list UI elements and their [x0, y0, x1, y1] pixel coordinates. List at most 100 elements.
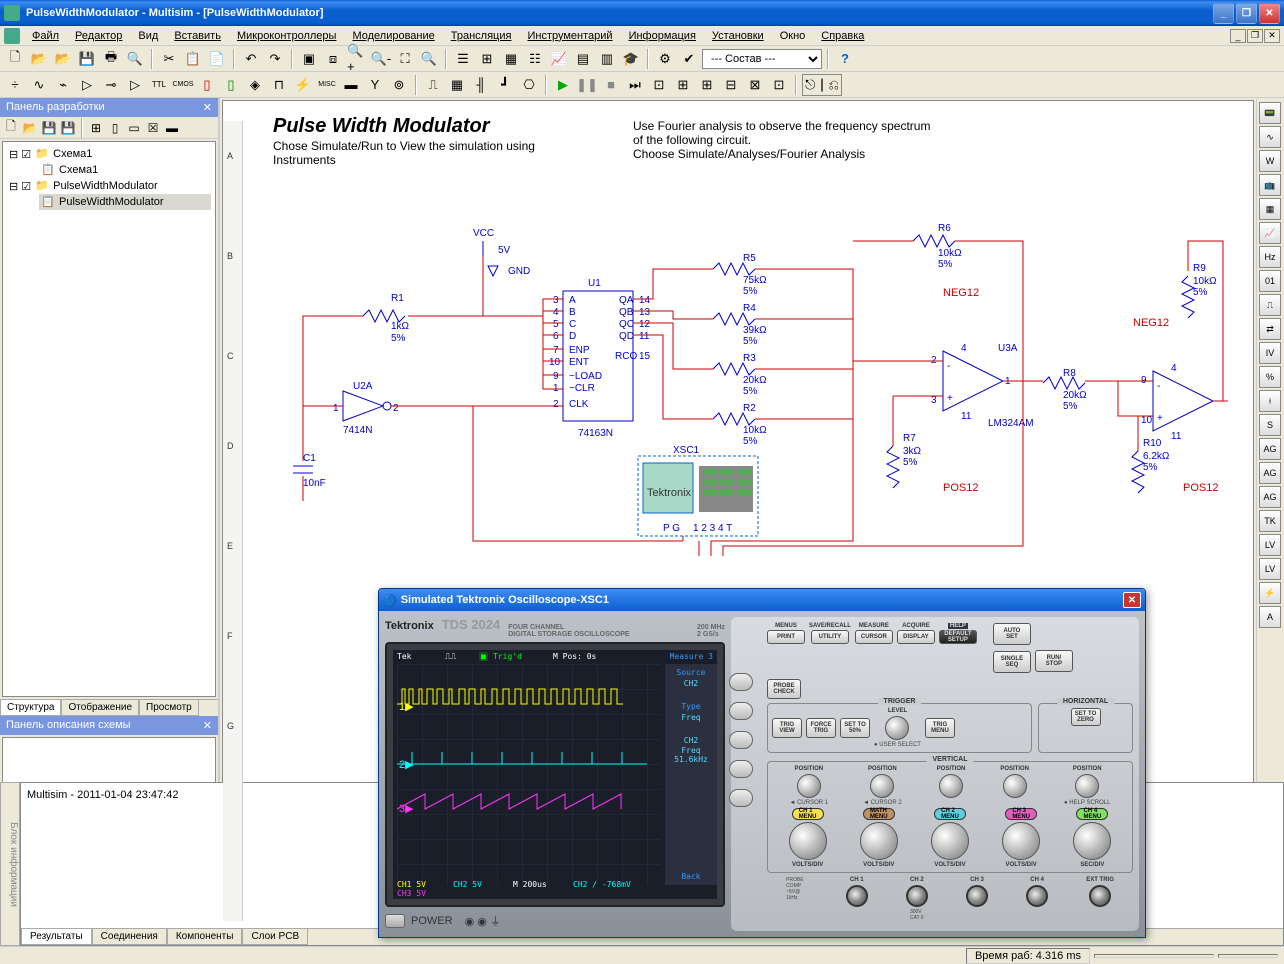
stop-icon[interactable]: ■	[600, 74, 622, 96]
instr-logic-icon[interactable]: ⎍	[1259, 294, 1281, 316]
sim5-icon[interactable]: ⊡	[768, 74, 790, 96]
netlist-icon[interactable]: ☷	[524, 48, 546, 70]
instr-ag3-icon[interactable]: AG	[1259, 486, 1281, 508]
scope-power-button[interactable]	[385, 914, 405, 928]
ptool-page-icon[interactable]: ▯	[106, 119, 124, 137]
mdi-close[interactable]: ✕	[1264, 29, 1280, 43]
instr-spec-icon[interactable]: ⫮	[1259, 390, 1281, 412]
ch3-volts-knob[interactable]	[931, 822, 969, 860]
instr-ag2-icon[interactable]: AG	[1259, 462, 1281, 484]
copy-icon[interactable]: 📋	[182, 48, 204, 70]
panel-close-icon[interactable]: ✕	[203, 101, 212, 114]
ptool-open-icon[interactable]: 📂	[21, 119, 39, 137]
trig-view-button[interactable]: TRIG VIEW	[772, 718, 802, 738]
soft-btn-3[interactable]	[729, 731, 753, 749]
new-icon[interactable]: 🗋	[4, 48, 26, 70]
sheet-icon[interactable]: ▥	[596, 48, 618, 70]
ptool-chip-icon[interactable]: ▬	[163, 119, 181, 137]
instr-lv1-icon[interactable]: LV	[1259, 534, 1281, 556]
mdi-minimize[interactable]: _	[1230, 29, 1246, 43]
default-setup-button[interactable]: DEFAULT SETUP	[939, 630, 977, 644]
ptool-hier-icon[interactable]: ⊞	[87, 119, 105, 137]
ch2-bnc[interactable]	[906, 885, 928, 907]
menu-info[interactable]: Информация	[621, 28, 704, 44]
comp-diode-icon[interactable]: ▷	[76, 74, 98, 96]
menu-insert[interactable]: Вставить	[166, 28, 229, 44]
undo-icon[interactable]: ↶	[240, 48, 262, 70]
menu-mcu[interactable]: Микроконтроллеры	[229, 28, 345, 44]
math-menu-button[interactable]: MATH MENU	[863, 808, 895, 820]
menu-edit[interactable]: Редактор	[67, 28, 130, 44]
ptool-new-icon[interactable]: 🗋	[2, 119, 20, 137]
ch1-menu-button[interactable]: CH 1 MENU	[792, 808, 824, 820]
comp-power-icon[interactable]: ⚡	[292, 74, 314, 96]
design-tree[interactable]: ⊟ ☑ 📁Схема1 📋Схема1 ⊟ ☑ 📁PulseWidthModul…	[2, 141, 216, 697]
run-icon[interactable]: ▶	[552, 74, 574, 96]
soft-btn-2[interactable]	[729, 702, 753, 720]
comp-source-icon[interactable]: ∿	[28, 74, 50, 96]
zoom-sel-icon[interactable]: 🔍	[418, 48, 440, 70]
paste-icon[interactable]: 📄	[206, 48, 228, 70]
ch1-volts-knob[interactable]	[789, 822, 827, 860]
tab-pcb[interactable]: Слои PCB	[242, 929, 308, 945]
cut-icon[interactable]: ✂	[158, 48, 180, 70]
ch2-menu-button[interactable]: CH 2 MENU	[934, 808, 966, 820]
netlist2-icon[interactable]: ⚙	[654, 48, 676, 70]
list-icon[interactable]: ☰	[452, 48, 474, 70]
instr-funcgen-icon[interactable]: ∿	[1259, 126, 1281, 148]
tab-nets[interactable]: Соединения	[92, 929, 167, 945]
tab-display[interactable]: Отображение	[61, 700, 139, 716]
comp-elec-icon[interactable]: ⊚	[388, 74, 410, 96]
close-button[interactable]: ✕	[1259, 3, 1280, 24]
tree-root-2[interactable]: ⊟ ☑ 📁PulseWidthModulator	[7, 178, 211, 194]
comp-rf-icon[interactable]: Y	[364, 74, 386, 96]
comp-misc1-icon[interactable]: ▯	[196, 74, 218, 96]
connect-icon[interactable]: ╢	[470, 74, 492, 96]
instr-word-icon[interactable]: 01	[1259, 270, 1281, 292]
trig-menu-button[interactable]: TRIG MENU	[925, 718, 955, 738]
ext-trig-bnc[interactable]	[1089, 885, 1111, 907]
print-button[interactable]: PRINT	[767, 630, 805, 644]
instr-multimeter-icon[interactable]: 📟	[1259, 102, 1281, 124]
zoom-in-icon[interactable]: 🔍+	[346, 48, 368, 70]
postproc-icon[interactable]: ▤	[572, 48, 594, 70]
instr-net-icon[interactable]: S	[1259, 414, 1281, 436]
horiz-pos-knob[interactable]	[1075, 774, 1099, 798]
level-knob[interactable]	[885, 716, 909, 740]
zoom-out-icon[interactable]: 🔍-	[370, 48, 392, 70]
maximize-button[interactable]: ❐	[1236, 3, 1257, 24]
menu-transfer[interactable]: Трансляция	[443, 28, 520, 44]
scope-titlebar[interactable]: 🔵 Simulated Tektronix Oscilloscope-XSC1 …	[379, 589, 1145, 611]
junction-icon[interactable]: ┛	[494, 74, 516, 96]
tab-components[interactable]: Компоненты	[167, 929, 243, 945]
instr-scope-icon[interactable]: 📺	[1259, 174, 1281, 196]
comp-adv-icon[interactable]: ▬	[340, 74, 362, 96]
instr-ag1-icon[interactable]: AG	[1259, 438, 1281, 460]
comp-misc-icon[interactable]: MISC	[316, 74, 338, 96]
net-icon[interactable]: ⎔	[518, 74, 540, 96]
ch2-pos-knob[interactable]	[870, 774, 894, 798]
soft-btn-5[interactable]	[729, 789, 753, 807]
comp-misc2-icon[interactable]: ▯	[220, 74, 242, 96]
force-trig-button[interactable]: FORCE TRIG	[806, 718, 836, 738]
soft-btn-4[interactable]	[729, 760, 753, 778]
compose-select[interactable]: --- Состав ---	[702, 49, 822, 69]
tab-view[interactable]: Просмотр	[139, 700, 199, 716]
comp-ind-icon[interactable]: ⊓	[268, 74, 290, 96]
menu-file[interactable]: Файл	[24, 28, 67, 44]
zoom-fit-icon[interactable]: ⛶	[394, 48, 416, 70]
menu-window[interactable]: Окно	[772, 28, 814, 44]
runstop-button[interactable]: RUN/ STOP	[1035, 650, 1073, 672]
autoset-button[interactable]: AUTO SET	[993, 623, 1031, 645]
ch1-pos-knob[interactable]	[797, 774, 821, 798]
instr-freq-icon[interactable]: Hz	[1259, 246, 1281, 268]
menu-simulate[interactable]: Моделирование	[344, 28, 442, 44]
zoom-area-icon[interactable]: ⧈	[322, 48, 344, 70]
menu-tools[interactable]: Инструментарий	[519, 28, 620, 44]
save-icon[interactable]: 💾	[76, 48, 98, 70]
instr-dist-icon[interactable]: %	[1259, 366, 1281, 388]
tree-root-1[interactable]: ⊟ ☑ 📁Схема1	[7, 146, 211, 162]
tree-child-2[interactable]: 📋PulseWidthModulator	[39, 194, 211, 210]
instr-tek-icon[interactable]: TK	[1259, 510, 1281, 532]
ch4-menu-button[interactable]: CH 4 MENU	[1076, 808, 1108, 820]
